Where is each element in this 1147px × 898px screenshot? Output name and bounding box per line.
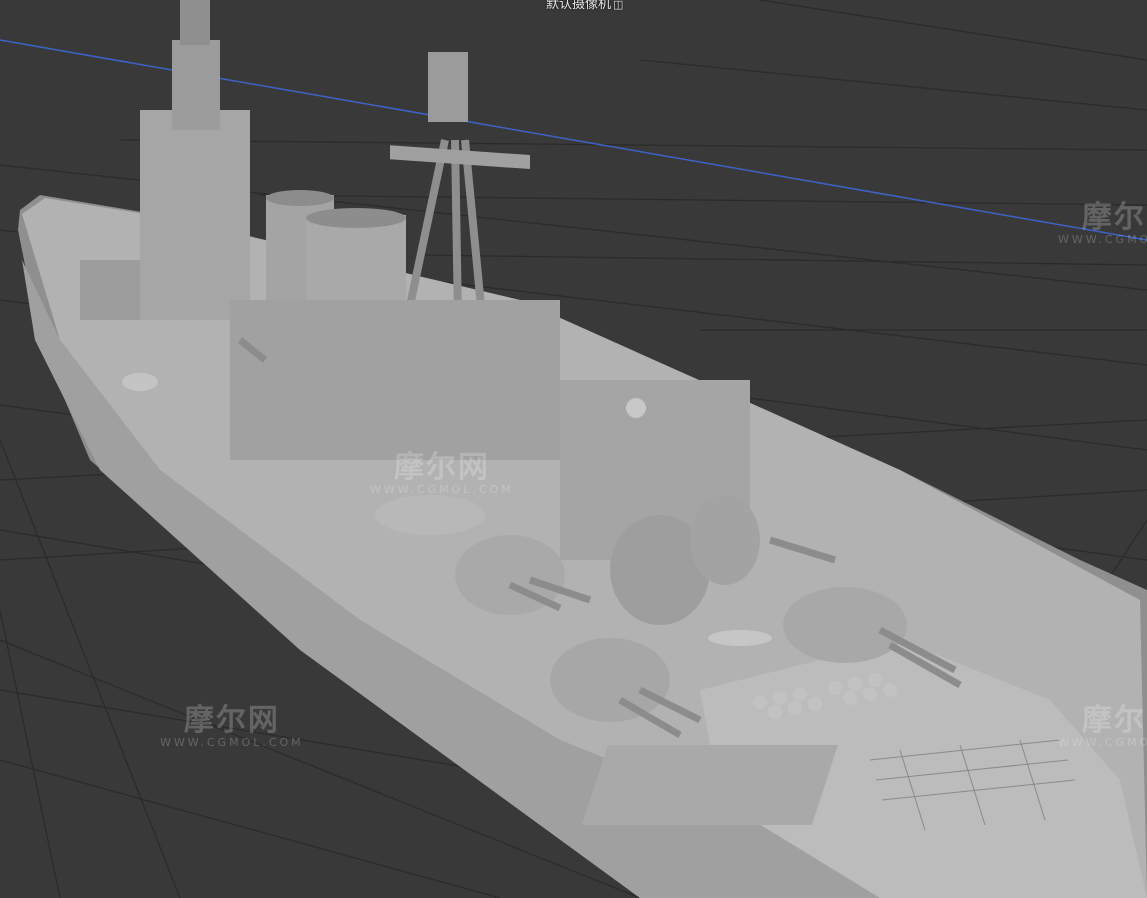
bridge-tower <box>140 110 250 320</box>
camera-icon: ◫ <box>613 0 624 11</box>
funnel-rear-top <box>306 208 406 228</box>
bridge-top <box>172 40 220 130</box>
mast-platform <box>390 145 530 170</box>
midship-block <box>230 300 560 460</box>
camera-label[interactable]: 默认摄像机 ◫ <box>546 0 623 13</box>
turret-aft <box>783 587 907 663</box>
viewport-scene[interactable] <box>0 0 1147 898</box>
turret-y <box>550 638 670 722</box>
camera-label-text: 默认摄像机 <box>546 0 612 12</box>
lifeboat <box>122 373 158 391</box>
forward-turret-base <box>80 260 140 320</box>
funnel-front-top <box>266 190 334 206</box>
boat-deck <box>375 495 485 535</box>
lifeboat-2 <box>708 630 772 646</box>
deck-hatch-grid <box>581 745 838 825</box>
mast-top <box>180 0 210 45</box>
turret-mid-2 <box>690 495 760 585</box>
radar-dish <box>626 398 646 418</box>
mast-crow-nest <box>428 52 468 122</box>
3d-viewport[interactable]: 默认摄像机◫ 摩尔网 WWW.CGMOL.COM 摩尔网 WWW.CGMOL.C… <box>0 0 1147 898</box>
battleship-model[interactable] <box>18 0 1147 898</box>
